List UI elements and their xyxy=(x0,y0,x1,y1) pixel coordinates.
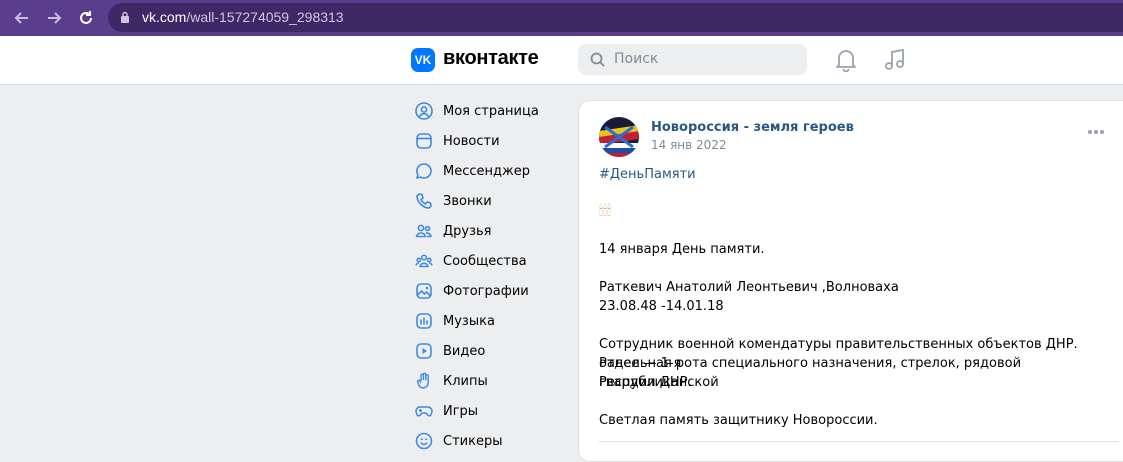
sidebar-item-friends[interactable]: Друзья xyxy=(408,216,568,246)
bell-icon[interactable] xyxy=(835,48,857,72)
music-note-icon[interactable] xyxy=(884,48,906,72)
user-icon xyxy=(414,101,434,121)
sidebar-item-stickers[interactable]: Стикеры xyxy=(408,426,568,456)
wall-post: Новороссия - земля героев 14 янв 2022 #Д… xyxy=(578,100,1123,462)
post-text-line: 14 января День памяти. xyxy=(599,242,765,257)
vk-wordmark[interactable]: вконтакте xyxy=(443,47,539,70)
vk-header: VK вконтакте Поиск xyxy=(0,36,1123,85)
sidebar-item-communities[interactable]: Сообщества xyxy=(408,246,568,276)
divider xyxy=(599,441,1119,442)
sidebar-item-news[interactable]: Новости xyxy=(408,126,568,156)
games-icon xyxy=(414,401,434,421)
lock-icon xyxy=(121,11,129,23)
sidebar-item-video[interactable]: Видео xyxy=(408,336,568,366)
sidebar-item-label: Сообщества xyxy=(443,253,527,269)
address-bar[interactable]: vk.com/wall-157274059_298313 xyxy=(108,3,1123,32)
author-avatar[interactable] xyxy=(599,117,639,157)
post-text-line: 23.08.48 -14.01.18 xyxy=(599,299,724,314)
sidebar-item-label: Музыка xyxy=(443,313,495,329)
news-icon xyxy=(414,131,434,151)
candles-emoji: 🕯🕯🕯 xyxy=(599,203,611,219)
message-icon xyxy=(414,161,434,181)
url-path: /wall-157274059_298313 xyxy=(186,9,344,25)
sidebar-item-label: Моя страница xyxy=(443,103,539,119)
sidebar-item-calls[interactable]: Звонки xyxy=(408,186,568,216)
clips-icon xyxy=(414,371,434,391)
post-text-line: Светлая память защитнику Новороссии. xyxy=(599,413,878,428)
sidebar-item-games[interactable]: Игры xyxy=(408,396,568,426)
left-sidebar: Моя страница Новости Мессенджер Звонки Д… xyxy=(408,96,568,456)
sidebar-item-messenger[interactable]: Мессенджер xyxy=(408,156,568,186)
browser-toolbar: vk.com/wall-157274059_298313 xyxy=(0,0,1123,36)
phone-icon xyxy=(414,191,434,211)
url-host: vk.com xyxy=(142,9,187,25)
search-icon xyxy=(590,52,605,67)
communities-icon xyxy=(414,251,434,271)
music-icon xyxy=(414,311,434,331)
video-icon xyxy=(414,341,434,361)
sidebar-item-label: Клипы xyxy=(443,373,488,389)
post-date[interactable]: 14 янв 2022 xyxy=(651,138,727,152)
sidebar-item-music[interactable]: Музыка xyxy=(408,306,568,336)
sidebar-item-label: Фотографии xyxy=(443,283,529,299)
sidebar-item-clips[interactable]: Клипы xyxy=(408,366,568,396)
arrow-left-icon xyxy=(14,12,28,24)
search-input[interactable]: Поиск xyxy=(578,44,807,75)
stickers-icon xyxy=(414,431,434,451)
reload-icon xyxy=(80,11,92,24)
friends-icon xyxy=(414,221,434,241)
vk-logo[interactable]: VK xyxy=(411,48,435,72)
sidebar-item-label: Мессенджер xyxy=(443,163,530,179)
sidebar-item-photos[interactable]: Фотографии xyxy=(408,276,568,306)
search-placeholder: Поиск xyxy=(614,51,659,67)
url-text: vk.com/wall-157274059_298313 xyxy=(142,9,344,25)
sidebar-item-label: Видео xyxy=(443,343,486,359)
post-author-link[interactable]: Новороссия - земля героев xyxy=(651,120,854,135)
back-button[interactable] xyxy=(10,6,34,30)
post-hashtag[interactable]: #ДеньПамяти xyxy=(599,165,1109,184)
more-icon[interactable] xyxy=(1087,129,1105,135)
sidebar-item-label: Друзья xyxy=(443,223,492,239)
sidebar-item-my-page[interactable]: Моя страница xyxy=(408,96,568,126)
reload-button[interactable] xyxy=(74,6,98,30)
forward-button[interactable] xyxy=(42,6,66,30)
sidebar-item-label: Стикеры xyxy=(443,433,503,449)
sidebar-item-label: Звонки xyxy=(443,193,492,209)
post-text-line: Раткевич Анатолий Леонтьевич ,Волноваха xyxy=(599,280,899,295)
sidebar-item-label: Игры xyxy=(443,403,479,419)
photo-icon xyxy=(414,281,434,301)
arrow-right-icon xyxy=(48,12,62,24)
post-text-line: гвардии ДНР. xyxy=(599,375,692,390)
sidebar-item-label: Новости xyxy=(443,133,500,149)
